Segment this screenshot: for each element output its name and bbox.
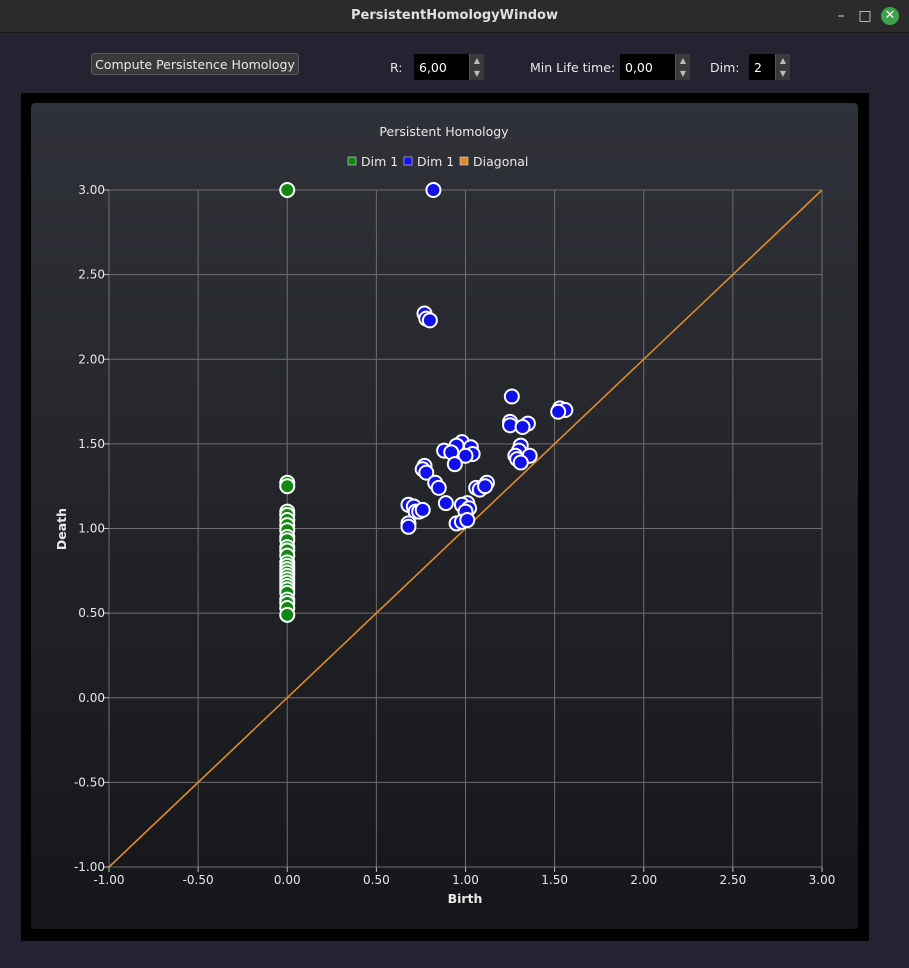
x-tick-label: 0.50: [363, 873, 390, 887]
y-tick-label: 2.50: [78, 268, 105, 282]
dim1-point: [459, 512, 476, 529]
x-tick-label: 2.00: [630, 873, 657, 887]
dim1-point: [437, 495, 454, 512]
dim1-point: [512, 454, 529, 471]
dim1-point: [414, 501, 431, 518]
dim0-point: [279, 182, 296, 198]
y-tick-label: -1.00: [74, 860, 105, 874]
y-tick-label: 3.00: [78, 183, 105, 197]
x-tick-label: -0.50: [183, 873, 214, 887]
legend-label: Diagonal: [473, 154, 528, 169]
dim1-point: [503, 388, 520, 405]
y-tick-label: 0.50: [78, 606, 105, 620]
y-tick-label: 1.00: [78, 522, 105, 536]
dim1-point: [421, 312, 438, 329]
y-tick-label: 1.50: [78, 437, 105, 451]
y-tick-label: -0.50: [74, 775, 105, 789]
x-tick-label: 1.50: [541, 873, 568, 887]
legend-label: Dim 1: [361, 154, 398, 169]
y-tick-label: 2.00: [78, 352, 105, 366]
dim0-point: [279, 606, 296, 623]
x-tick-label: -1.00: [93, 873, 124, 887]
persistence-diagram: Persistent Homology Dim 1 Dim 1 Diagonal -…: [54, 124, 835, 906]
x-tick-label: 1.00: [452, 873, 479, 887]
x-axis-label: Birth: [448, 891, 483, 906]
dim1-point: [477, 478, 494, 495]
dim1-point: [400, 518, 417, 535]
dim1-point: [425, 182, 442, 198]
chart-title: Persistent Homology: [379, 124, 509, 139]
legend-label: Dim 1: [417, 154, 454, 169]
y-axis-label: Death: [54, 508, 69, 550]
legend-marker: [347, 156, 357, 166]
chart-axes: -1.00 -0.50 0.00 0.50 1.00 1.50 2.00 2.50 3.00 -1…: [74, 183, 835, 887]
dim1-point: [446, 456, 463, 473]
x-tick-label: 3.00: [809, 873, 836, 887]
dim1-point: [550, 403, 567, 420]
dim1-point: [514, 418, 531, 435]
dim0-point: [279, 478, 296, 495]
x-tick-label: 0.00: [274, 873, 301, 887]
legend-marker: [459, 156, 469, 166]
legend-marker: [403, 156, 413, 166]
x-tick-label: 2.50: [720, 873, 747, 887]
y-tick-label: 0.00: [78, 691, 105, 705]
chart-legend: Dim 1 Dim 1 Diagonal: [347, 154, 528, 169]
dim1-point: [430, 479, 447, 496]
